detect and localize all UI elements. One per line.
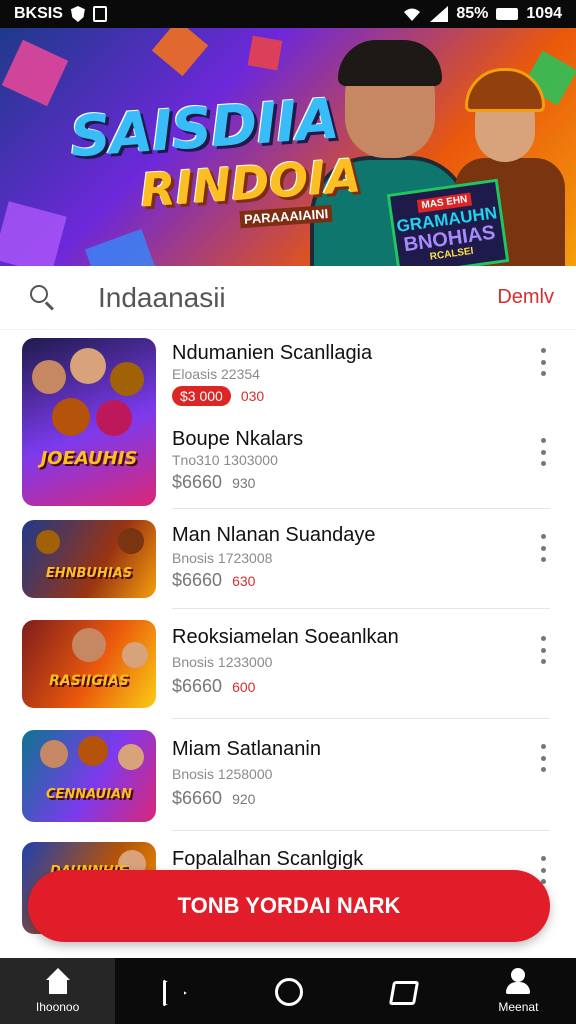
thumb-title: EHNBUHIAS (45, 565, 133, 581)
decor-shape (84, 228, 156, 266)
item-price: $6660 920 (172, 788, 255, 809)
status-bar: BKSIS 85% 1094 (0, 0, 576, 28)
nav-circle[interactable] (230, 958, 345, 1024)
decor-shape (0, 201, 67, 266)
search-action-link[interactable]: Demlv (497, 286, 554, 309)
decor-shape (1, 39, 69, 107)
clock: 1094 (526, 5, 562, 22)
banner-badge: MAS EHN GRAMAUHN BNOHIAS RCALSEI (386, 178, 510, 266)
list-item[interactable]: RASIIGIAS Reoksiamelan Soeanlkan Bnosis … (0, 612, 576, 718)
bottom-navigation: Ihoonoo Meenat (0, 958, 576, 1024)
divider (172, 608, 550, 609)
profile-icon (504, 968, 532, 996)
signal-icon (430, 6, 449, 22)
more-options-icon[interactable] (535, 534, 551, 562)
item-title: Fopalalhan Scanlgigk (172, 848, 364, 870)
thumb-title: RASIIGIAS (49, 672, 129, 689)
decor-shape (247, 35, 283, 71)
price-pill: $3 000 (172, 386, 231, 406)
list-item[interactable]: EHNBUHIAS Man Nlanan Suandaye Bnosis 172… (0, 512, 576, 608)
item-subtitle: Bnosis 1723008 (172, 550, 273, 566)
price-extra: 930 (232, 474, 256, 491)
battery-percent: 85% (456, 5, 489, 22)
nav-recent[interactable] (346, 958, 461, 1024)
more-options-icon[interactable] (535, 348, 551, 376)
price-value: $6660 (172, 788, 223, 808)
search-bar[interactable]: Indaanasii Demlv (0, 266, 576, 330)
game-thumbnail[interactable]: EHNBUHIAS (22, 520, 156, 598)
nav-profile-label: Meenat (498, 1000, 539, 1014)
price-extra: 920 (232, 790, 256, 807)
divider (172, 508, 550, 509)
game-thumbnail[interactable]: RASIIGIAS (22, 620, 156, 708)
item-price: $3 000 030 (172, 386, 264, 406)
circle-icon (274, 977, 303, 1006)
more-options-icon[interactable] (535, 438, 551, 466)
more-options-icon[interactable] (535, 744, 551, 772)
list-item[interactable]: CENNAUIAN Miam Satlananin Bnosis 1258000… (0, 722, 576, 830)
decor-shape (151, 28, 209, 77)
item-price: $6660 600 (172, 676, 255, 697)
item-subtitle: Bnosis 1233000 (172, 654, 273, 670)
carrier-text: BKSIS (14, 5, 63, 22)
price-value: $6660 (172, 676, 223, 696)
item-subtitle: Tno310 1303000 (172, 452, 278, 468)
shield-icon (70, 6, 85, 22)
home-icon (44, 968, 72, 996)
promo-banner[interactable]: SAISDIIA RINDOIA PARAAAIAINI MAS EHN GRA… (0, 28, 576, 266)
wifi-icon (404, 8, 421, 21)
item-title: Miam Satlananin (172, 738, 321, 760)
item-price: $6660 930 (172, 472, 255, 493)
item-title: Ndumanien Scanllagia (172, 342, 373, 364)
price-extra: 030 (240, 388, 265, 404)
list-item[interactable]: Boupe Nkalars Tno310 1303000 $6660 930 (0, 416, 576, 508)
thumb-title: CENNAUIAN (46, 786, 132, 802)
nav-profile[interactable]: Meenat (461, 958, 576, 1024)
divider (172, 830, 550, 831)
nav-back[interactable] (115, 958, 230, 1024)
item-subtitle: Eloasis 22354 (172, 366, 260, 382)
price-extra: 630 (232, 572, 256, 589)
item-title: Man Nlanan Suandaye (172, 524, 376, 546)
game-thumbnail[interactable]: CENNAUIAN (22, 730, 156, 822)
recent-apps-icon (389, 977, 417, 1005)
item-price: $6660 630 (172, 570, 255, 591)
item-title: Boupe Nkalars (172, 428, 304, 450)
battery-icon (496, 8, 519, 20)
item-subtitle: Bnosis 1258000 (172, 766, 273, 782)
nav-home-label: Ihoonoo (35, 1000, 80, 1014)
back-icon (159, 977, 187, 1005)
price-value: $6660 (172, 570, 223, 590)
sim-icon (92, 6, 107, 22)
more-options-icon[interactable] (535, 636, 551, 664)
divider (172, 718, 550, 719)
primary-cta-button[interactable]: TONB YORDAI NARK (28, 870, 550, 942)
price-value: $6660 (172, 472, 223, 492)
price-extra: 600 (232, 678, 256, 695)
search-input[interactable]: Indaanasii (98, 282, 226, 314)
search-icon[interactable] (30, 284, 56, 311)
nav-home[interactable]: Ihoonoo (0, 958, 116, 1024)
item-title: Reoksiamelan Soeanlkan (172, 626, 399, 648)
